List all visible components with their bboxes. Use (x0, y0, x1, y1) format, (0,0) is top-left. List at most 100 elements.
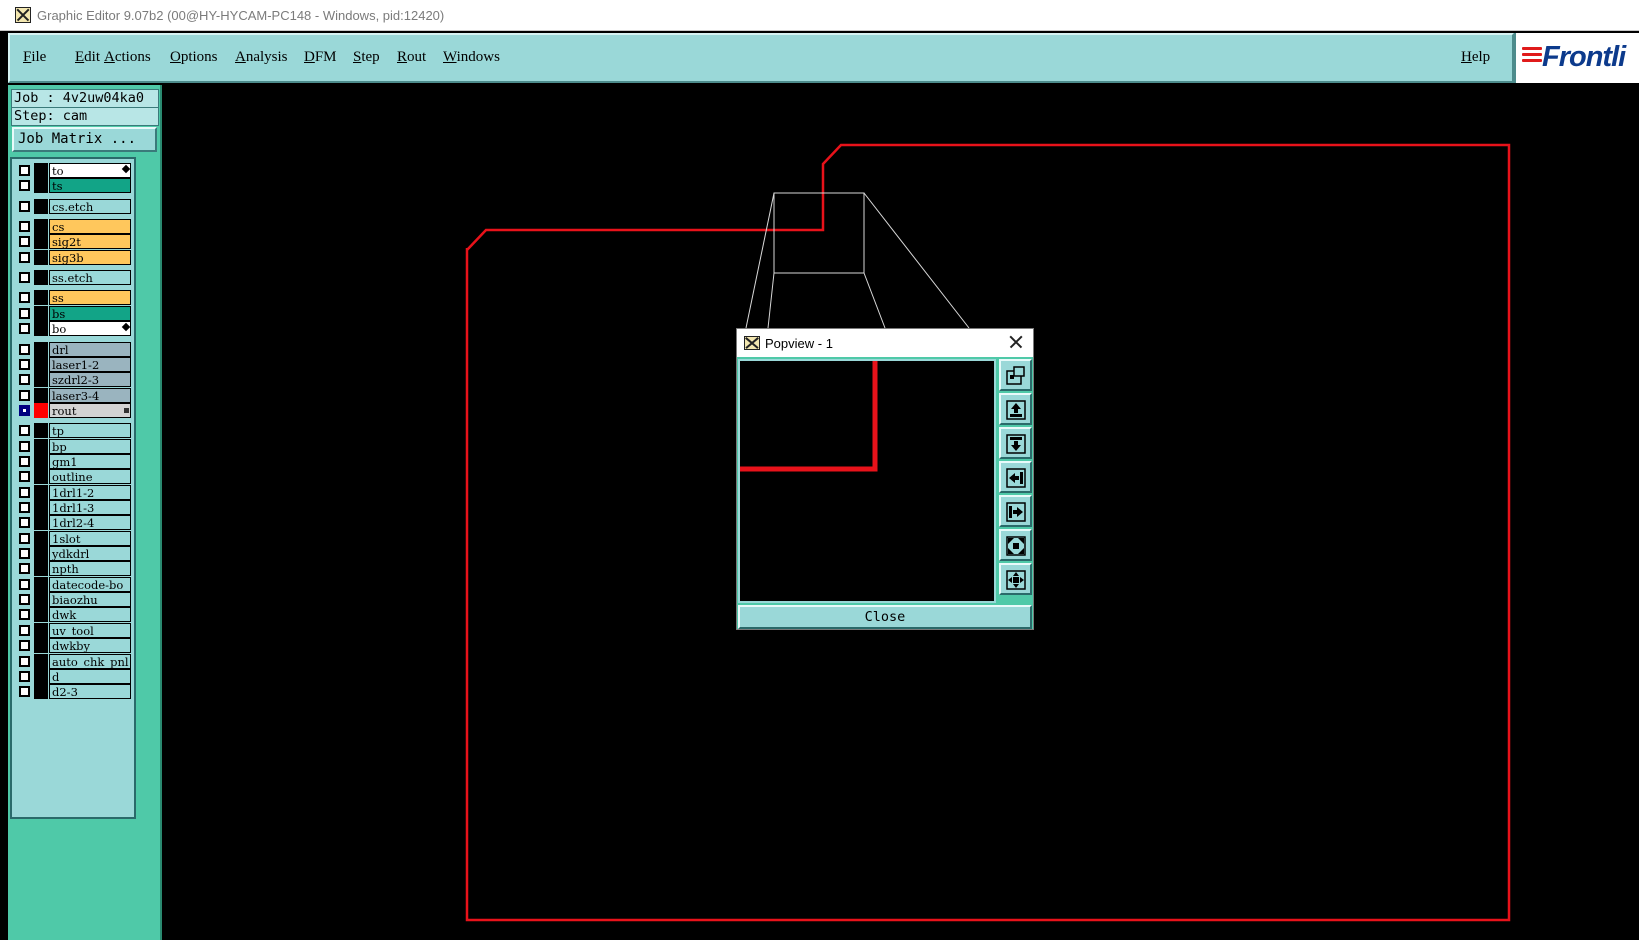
layer-row-1drl1-3[interactable]: 1drl1-3 (14, 500, 134, 515)
layer-color-swatch[interactable] (34, 653, 48, 669)
layer-row-to[interactable]: to (14, 163, 134, 178)
layer-row-tp[interactable]: tp (14, 423, 134, 439)
layer-row-laser3-4[interactable]: laser3-4 (14, 387, 134, 403)
layer-color-swatch[interactable] (34, 356, 48, 372)
layer-checkbox[interactable] (19, 389, 30, 401)
layer-name[interactable]: ss.etch (49, 270, 131, 286)
layer-checkbox[interactable] (19, 686, 30, 698)
layer-color-swatch[interactable] (34, 321, 48, 337)
layer-name[interactable]: laser3-4 (49, 387, 131, 403)
layer-checkbox[interactable] (19, 180, 30, 192)
layer-color-swatch[interactable] (34, 387, 48, 403)
layer-color-swatch[interactable] (34, 530, 48, 546)
zoom-out-button[interactable] (999, 563, 1032, 595)
layer-name[interactable]: bo (49, 321, 131, 337)
layer-checkbox[interactable] (19, 165, 30, 176)
layer-name[interactable]: dwkby (49, 638, 131, 654)
layer-name[interactable]: d (49, 668, 131, 684)
menu-dfm[interactable]: DFM (304, 49, 337, 66)
layer-color-swatch[interactable] (34, 402, 48, 418)
layer-name[interactable]: szdrl2-3 (49, 372, 131, 388)
layer-checkbox[interactable] (19, 486, 30, 498)
pan-left-button[interactable] (999, 461, 1032, 493)
close-icon[interactable] (1007, 333, 1025, 351)
layer-name[interactable]: npth (49, 561, 131, 577)
layer-row-auto-chk-pnl[interactable]: auto_chk_pnl (14, 653, 134, 669)
layer-color-swatch[interactable] (34, 576, 48, 592)
popview-viewport[interactable] (738, 359, 996, 603)
layer-name[interactable]: bp (49, 438, 131, 454)
layer-row-ss[interactable]: ss (14, 290, 134, 306)
layer-name[interactable]: rout (49, 402, 131, 418)
layer-color-swatch[interactable] (34, 423, 48, 439)
layer-checkbox[interactable] (19, 471, 30, 483)
layer-name[interactable]: cs.etch (49, 198, 131, 214)
layer-name[interactable]: auto_chk_pnl (49, 653, 131, 669)
layer-checkbox[interactable] (19, 502, 30, 513)
layer-checkbox[interactable] (19, 323, 30, 335)
menu-actions[interactable]: Actions (104, 49, 151, 66)
menu-analysis[interactable]: Analysis (235, 49, 288, 66)
menu-file[interactable]: File (23, 49, 46, 66)
layer-color-swatch[interactable] (34, 219, 48, 235)
zoom-window-button[interactable] (999, 359, 1032, 391)
layer-row-laser1-2[interactable]: laser1-2 (14, 356, 134, 372)
layer-checkbox[interactable] (19, 358, 30, 370)
layer-name[interactable]: sig2t (49, 234, 131, 250)
layer-row-cs-etch[interactable]: cs.etch (14, 198, 134, 214)
layer-color-swatch[interactable] (34, 561, 48, 577)
layer-color-swatch[interactable] (34, 638, 48, 654)
layer-row-d2-3[interactable]: d2-3 (14, 684, 134, 700)
layer-row-1slot[interactable]: 1slot (14, 530, 134, 546)
layer-checkbox[interactable] (19, 578, 30, 590)
popview-titlebar[interactable]: Popview - 1 (737, 329, 1033, 357)
layer-checkbox[interactable] (19, 655, 30, 667)
layer-name[interactable]: laser1-2 (49, 356, 131, 372)
layer-checkbox[interactable] (19, 455, 30, 467)
pan-right-button[interactable] (999, 495, 1032, 527)
layer-name[interactable]: 1drl1-2 (49, 484, 131, 500)
layer-checkbox[interactable] (19, 594, 30, 606)
layer-color-swatch[interactable] (34, 592, 48, 608)
layer-color-swatch[interactable] (34, 453, 48, 469)
layer-row-ydkdrl[interactable]: ydkdrl (14, 546, 134, 562)
layer-checkbox[interactable] (19, 517, 30, 529)
pan-down-button[interactable] (999, 427, 1032, 459)
menu-step[interactable]: Step (353, 49, 380, 66)
layer-row-cs[interactable]: cs (14, 219, 134, 235)
layer-color-swatch[interactable] (34, 163, 48, 178)
layer-name[interactable]: d2-3 (49, 684, 131, 700)
layer-name[interactable]: cs (49, 219, 131, 235)
layer-row-rout[interactable]: rout (14, 402, 134, 418)
menu-help[interactable]: Help (1461, 49, 1490, 66)
layer-row-bo[interactable]: bo (14, 321, 134, 337)
layer-row-d[interactable]: d (14, 668, 134, 684)
layer-name[interactable]: dwk (49, 607, 131, 623)
layer-color-swatch[interactable] (34, 668, 48, 684)
layer-color-swatch[interactable] (34, 234, 48, 250)
layer-color-swatch[interactable] (34, 290, 48, 306)
layer-row-datecode-bo[interactable]: datecode-bo (14, 576, 134, 592)
layer-name[interactable]: bs (49, 305, 131, 321)
layer-name[interactable]: ss (49, 290, 131, 306)
layer-name[interactable]: outline (49, 469, 131, 485)
layer-name[interactable]: sig3b (49, 249, 131, 265)
layer-color-swatch[interactable] (34, 305, 48, 321)
layer-row-bp[interactable]: bp (14, 438, 134, 454)
layer-checkbox[interactable] (19, 563, 30, 575)
layer-checkbox[interactable] (19, 236, 30, 248)
layer-color-swatch[interactable] (34, 438, 48, 454)
layer-name[interactable]: ts (49, 178, 131, 194)
layer-checkbox[interactable] (19, 374, 30, 386)
layer-name[interactable]: to (49, 163, 131, 178)
layer-row-bs[interactable]: bs (14, 305, 134, 321)
layer-color-swatch[interactable] (34, 178, 48, 194)
layer-checkbox[interactable] (19, 640, 30, 652)
menu-options[interactable]: Options (170, 49, 218, 66)
layer-color-swatch[interactable] (34, 372, 48, 388)
layer-name[interactable]: 1slot (49, 530, 131, 546)
layer-checkbox[interactable] (19, 200, 30, 212)
layer-checkbox[interactable] (19, 670, 30, 682)
layer-list[interactable]: to ts cs.etch cs sig2t sig3b ss.etch ss bs bo drl l… (10, 157, 136, 819)
layer-checkbox[interactable] (19, 425, 30, 437)
